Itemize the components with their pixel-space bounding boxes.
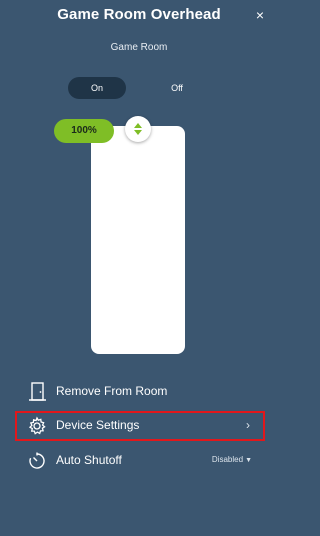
brightness-level-badge: 100% — [54, 119, 114, 143]
dimmer-slider-track[interactable] — [91, 126, 185, 354]
remove-from-room-row[interactable]: Remove From Room — [16, 377, 264, 407]
power-on-option[interactable]: On — [68, 77, 126, 99]
up-down-arrows-icon — [134, 123, 142, 135]
page-title: Game Room Overhead — [57, 6, 221, 23]
close-button[interactable]: × — [256, 6, 264, 24]
auto-shutoff-row[interactable]: Auto Shutoff Disabled ▼ — [16, 446, 264, 476]
chevron-right-icon: › — [246, 418, 250, 432]
gear-icon — [28, 416, 46, 435]
power-toggle: On Off — [68, 77, 210, 99]
remove-from-room-label: Remove From Room — [56, 384, 168, 398]
room-name: Game Room — [110, 42, 168, 53]
chevron-down-icon: ▼ — [245, 457, 252, 464]
device-settings-label: Device Settings — [56, 418, 140, 432]
auto-shutoff-label: Auto Shutoff — [56, 453, 122, 467]
device-settings-row[interactable]: Device Settings › — [16, 411, 264, 441]
auto-shutoff-dropdown[interactable]: Disabled ▼ — [212, 455, 252, 464]
door-icon — [29, 382, 46, 401]
timer-icon — [29, 452, 45, 469]
dimmer-slider-handle[interactable] — [125, 116, 151, 142]
auto-shutoff-value: Disabled — [211, 455, 244, 464]
power-off-option[interactable]: Off — [148, 77, 206, 99]
